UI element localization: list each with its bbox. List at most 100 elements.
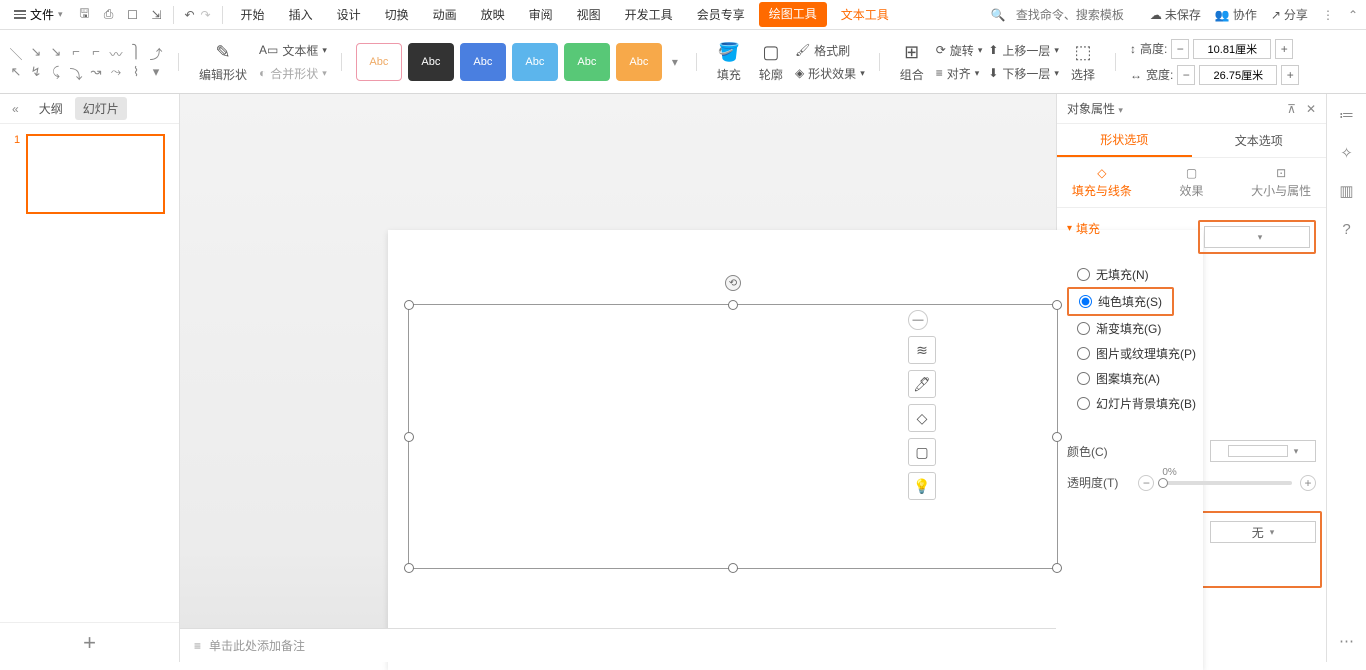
sidebar-toggle-2[interactable]: ✧ (1336, 142, 1358, 164)
layers-icon[interactable]: ≋ (908, 336, 936, 364)
shape-styles[interactable]: Abc Abc Abc Abc Abc Abc ▾ (356, 43, 682, 81)
fill-line-subtab[interactable]: ◇填充与线条 (1057, 158, 1147, 207)
fill-none-radio[interactable]: 无填充(N) (1067, 262, 1316, 287)
search-input[interactable] (1016, 8, 1136, 22)
rotate-handle[interactable]: ⟲ (725, 275, 741, 291)
shape-options-tab[interactable]: 形状选项 (1057, 124, 1192, 157)
fill-pattern-radio[interactable]: 图案填充(A) (1067, 366, 1316, 391)
line-preset-combo[interactable]: 无▾ (1210, 521, 1316, 543)
file-menu[interactable]: 文件 ▾ (8, 6, 69, 23)
opacity-plus[interactable]: + (1300, 475, 1316, 491)
format-painter-button[interactable]: 🖌格式刷 (795, 42, 865, 59)
handle-r[interactable] (1052, 432, 1062, 442)
align-button[interactable]: ≡对齐▾ (936, 65, 983, 82)
style-4[interactable]: Abc (512, 43, 558, 81)
fill-button[interactable]: 🪣填充 (711, 40, 747, 83)
undo-icon[interactable]: ↶ (182, 7, 198, 23)
rotate-button[interactable]: ⟳旋转▾ (936, 42, 983, 59)
print-icon[interactable]: ⎙ (101, 7, 117, 23)
sidebar-toggle-3[interactable]: ▥ (1336, 180, 1358, 202)
coop-button[interactable]: 👥协作 (1215, 6, 1257, 23)
sidebar-more-icon[interactable]: ⋯ (1336, 630, 1358, 652)
outline-button[interactable]: ▢轮廓 (753, 40, 789, 83)
redo-icon[interactable]: ↷ (198, 7, 214, 23)
tab-transition[interactable]: 切换 (375, 2, 419, 27)
help-icon[interactable]: ? (1336, 218, 1358, 240)
effects-subtab[interactable]: ▢效果 (1147, 158, 1237, 207)
slide-thumbnail-1[interactable] (26, 134, 165, 214)
selected-shape[interactable]: ⟲ (408, 304, 1058, 569)
export-icon[interactable]: ⇲ (149, 7, 165, 23)
send-backward-button[interactable]: ⬇下移一层▾ (988, 65, 1059, 82)
size-props-subtab[interactable]: ⊡大小与属性 (1236, 158, 1326, 207)
height-input[interactable] (1193, 39, 1271, 59)
tab-view[interactable]: 视图 (567, 2, 611, 27)
handle-tl[interactable] (404, 300, 414, 310)
save-icon[interactable]: 🖫 (77, 7, 93, 23)
handle-bl[interactable] (404, 563, 414, 573)
add-slide-button[interactable]: + (0, 622, 179, 662)
group-button[interactable]: ⊞组合 (894, 40, 930, 83)
handle-b[interactable] (728, 563, 738, 573)
bring-forward-button[interactable]: ⬆上移一层▾ (988, 42, 1059, 59)
fill-preset-combo[interactable]: ▾ (1204, 226, 1310, 248)
handle-tr[interactable] (1052, 300, 1062, 310)
share-button[interactable]: ↗分享 (1271, 6, 1308, 23)
shape-gallery[interactable]: ＼↘↘⌐⌐〰⎫⤴ ↖↯⤹⤵↝⤳⌇▾ (8, 44, 164, 80)
style-6[interactable]: Abc (616, 43, 662, 81)
fill-picture-radio[interactable]: 图片或纹理填充(P) (1067, 341, 1316, 366)
color-combo[interactable]: ▾ (1210, 440, 1316, 462)
shape-float-icon[interactable]: ◇ (908, 404, 936, 432)
tab-insert[interactable]: 插入 (279, 2, 323, 27)
fill-solid-radio[interactable]: 纯色填充(S) (1069, 289, 1172, 314)
frame-icon[interactable]: ▢ (908, 438, 936, 466)
height-minus[interactable]: − (1171, 39, 1189, 59)
select-button[interactable]: ⬚选择 (1065, 40, 1101, 83)
rp-title-arrow-icon[interactable]: ▾ (1118, 105, 1123, 115)
style-1[interactable]: Abc (356, 43, 402, 81)
slides-tab[interactable]: 幻灯片 (75, 97, 127, 120)
height-plus[interactable]: + (1275, 39, 1293, 59)
opacity-slider[interactable]: 0% (1162, 481, 1292, 485)
edit-shape-button[interactable]: ✎ 编辑形状 (193, 40, 253, 83)
width-plus[interactable]: + (1281, 65, 1299, 85)
width-input[interactable] (1199, 65, 1277, 85)
bulb-icon[interactable]: 💡 (908, 472, 936, 500)
text-options-tab[interactable]: 文本选项 (1192, 124, 1327, 157)
notes-placeholder[interactable]: 单击此处添加备注 (209, 637, 305, 654)
tab-animation[interactable]: 动画 (423, 2, 467, 27)
style-2[interactable]: Abc (408, 43, 454, 81)
style-5[interactable]: Abc (564, 43, 610, 81)
more-icon[interactable]: ⋮ (1322, 8, 1334, 22)
styles-more-icon[interactable]: ▾ (668, 43, 682, 81)
fill-section-header[interactable]: ▾填充 (1067, 220, 1100, 237)
tab-slideshow[interactable]: 放映 (471, 2, 515, 27)
handle-t[interactable] (728, 300, 738, 310)
tab-text-tools[interactable]: 文本工具 (831, 2, 899, 27)
fill-gradient-radio[interactable]: 渐变填充(G) (1067, 316, 1316, 341)
style-3[interactable]: Abc (460, 43, 506, 81)
handle-br[interactable] (1052, 563, 1062, 573)
pen-icon[interactable]: 🖊 (908, 370, 936, 398)
outline-tab[interactable]: 大纲 (39, 100, 63, 117)
tab-drawing-tools[interactable]: 绘图工具 (759, 2, 827, 27)
fill-slidebg-radio[interactable]: 幻灯片背景填充(B) (1067, 391, 1316, 416)
collapse-ribbon-icon[interactable]: ⌃ (1348, 8, 1358, 22)
handle-l[interactable] (404, 432, 414, 442)
opacity-minus[interactable]: − (1138, 475, 1154, 491)
textbox-button[interactable]: A▭文本框▾ (259, 42, 327, 59)
tab-dev[interactable]: 开发工具 (615, 2, 683, 27)
width-minus[interactable]: − (1177, 65, 1195, 85)
collapse-left-icon[interactable]: « (12, 102, 19, 116)
tab-design[interactable]: 设计 (327, 2, 371, 27)
collapse-float-icon[interactable]: — (908, 310, 928, 330)
sidebar-toggle-1[interactable]: ≔ (1336, 104, 1358, 126)
close-panel-icon[interactable]: ✕ (1306, 102, 1316, 116)
shape-effect-button[interactable]: ◈形状效果▾ (795, 65, 865, 82)
preview-icon[interactable]: ☐ (125, 7, 141, 23)
pin-icon[interactable]: ⊼ (1287, 102, 1296, 116)
tab-review[interactable]: 审阅 (519, 2, 563, 27)
unsaved-status[interactable]: ☁未保存 (1150, 6, 1201, 23)
tab-vip[interactable]: 会员专享 (687, 2, 755, 27)
merge-shapes-button[interactable]: ◐合并形状▾ (259, 65, 327, 82)
